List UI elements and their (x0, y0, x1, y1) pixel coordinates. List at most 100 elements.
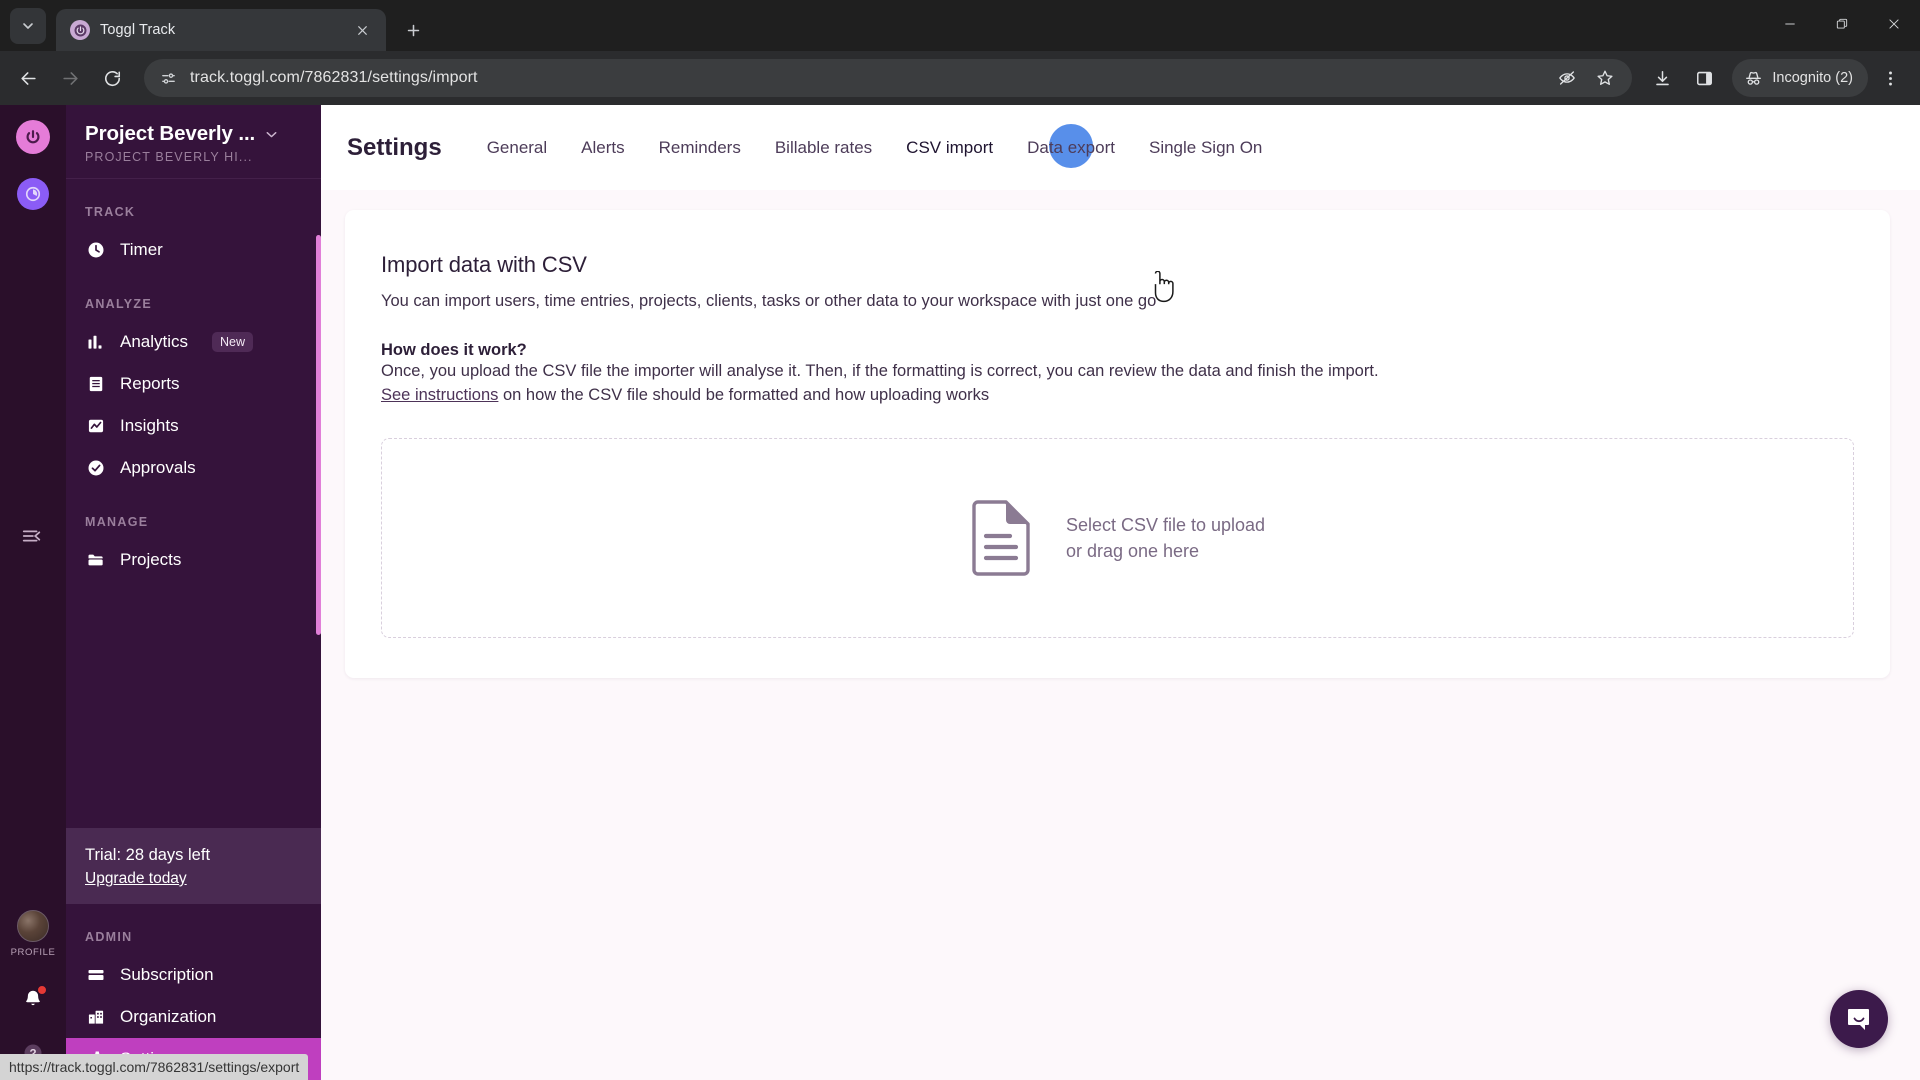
tab-list-button[interactable] (10, 7, 46, 44)
profile-button[interactable]: PROFILE (11, 910, 56, 958)
browser-tab[interactable]: Toggl Track (56, 9, 386, 51)
avatar (16, 910, 49, 942)
new-tab-button[interactable] (396, 13, 430, 47)
close-window-button[interactable] (1868, 0, 1920, 48)
how-it-works-heading: How does it work? (381, 340, 527, 359)
bar-chart-icon (85, 332, 106, 353)
url-text: track.toggl.com/7862831/settings/import (190, 69, 478, 86)
sidebar-item-label: Subscription (120, 965, 214, 984)
dropzone-line-2: or drag one here (1065, 540, 1200, 561)
section-label-track: TRACK (85, 205, 136, 219)
side-panel-button[interactable] (1684, 58, 1724, 98)
tab-reminders[interactable]: Reminders (642, 128, 758, 168)
sidebar-item-label: Projects (120, 550, 182, 569)
web-page: PROFILE ? Project Beverly ... (0, 105, 1920, 1080)
bookmark-button[interactable] (1588, 61, 1622, 95)
tab-title: Toggl Track (100, 22, 176, 38)
omnibox-actions (1550, 61, 1622, 95)
tab-alerts[interactable]: Alerts (564, 128, 641, 168)
workspace-row: Project Beverly ... (85, 122, 305, 146)
status-badge: New (212, 332, 254, 352)
tab-csv-import[interactable]: CSV import (889, 128, 1010, 168)
eye-slash-icon (1559, 71, 1576, 85)
tab-search-area (0, 0, 56, 51)
check-circle-icon (85, 458, 106, 479)
rail-bottom-group: PROFILE ? (0, 910, 66, 1066)
sidebar-item-label: Timer (120, 240, 163, 259)
icon-rail: PROFILE ? (0, 105, 66, 1080)
credit-card-icon (85, 965, 106, 986)
workspace-switcher[interactable]: Project Beverly ... PROJECT BEVERLY HI..… (66, 105, 321, 178)
plus-icon (407, 24, 419, 36)
app-switcher-button[interactable] (17, 178, 49, 210)
toggl-power-icon (26, 130, 40, 144)
card-text-block: Import data with CSV You can import user… (345, 252, 1890, 408)
address-bar[interactable]: track.toggl.com/7862831/settings/import (144, 59, 1633, 97)
tab-strip: Toggl Track (0, 0, 1920, 51)
star-icon (1597, 70, 1613, 85)
profile-label: PROFILE (10, 947, 56, 958)
tab-data-export[interactable]: Data export (1010, 123, 1132, 168)
sidebar-item-label: Approvals (120, 458, 196, 477)
window-controls (1764, 0, 1920, 48)
settings-header: Settings General Alerts Reminders Billab… (321, 105, 1920, 190)
collapse-sidebar-button[interactable] (16, 520, 48, 552)
sidebar-item-timer[interactable]: Timer (66, 229, 321, 271)
intercom-chat-button[interactable] (1830, 990, 1888, 1048)
main-content: Settings General Alerts Reminders Billab… (321, 105, 1920, 1080)
arrow-right-icon (62, 71, 78, 85)
tracking-protection-button[interactable] (1550, 61, 1584, 95)
insights-chart-icon (85, 416, 106, 437)
toggl-logo-button[interactable] (16, 120, 50, 154)
section-label-manage: MANAGE (85, 515, 149, 529)
forward-button[interactable] (50, 58, 90, 98)
card-intro-text: You can import users, time entries, proj… (381, 292, 1157, 310)
tab-single-sign-on[interactable]: Single Sign On (1132, 128, 1279, 168)
sidebar-item-insights[interactable]: Insights (66, 405, 321, 447)
csv-import-card: Import data with CSV You can import user… (345, 210, 1890, 678)
tab-billable-rates[interactable]: Billable rates (758, 128, 889, 168)
sidebar-item-approvals[interactable]: Approvals (66, 447, 321, 489)
reload-button[interactable] (92, 58, 132, 98)
card-heading: Import data with CSV (381, 252, 587, 277)
sidebar-item-subscription[interactable]: Subscription (66, 954, 321, 996)
notifications-button[interactable] (18, 984, 48, 1014)
see-instructions-link[interactable]: See instructions (381, 386, 498, 404)
clock-icon (85, 240, 106, 261)
tab-general[interactable]: General (470, 128, 564, 168)
back-button[interactable] (8, 58, 48, 98)
csv-dropzone[interactable]: Select CSV file to upload or drag one he… (381, 437, 1854, 638)
browser-menu-button[interactable] (1870, 58, 1910, 98)
csv-file-icon (972, 500, 1030, 576)
sidebar-item-label: Organization (120, 1007, 217, 1026)
sidebar-item-label: Reports (120, 374, 180, 393)
section-label-analyze: ANALYZE (85, 297, 152, 311)
page-settings-icon[interactable] (158, 68, 178, 88)
maximize-button[interactable] (1816, 0, 1868, 48)
close-icon (357, 25, 367, 35)
building-icon (85, 1007, 106, 1028)
sidebar-item-organization[interactable]: Organization (66, 996, 321, 1038)
app-sidebar: Project Beverly ... PROJECT BEVERLY HI..… (66, 105, 321, 1080)
sidebar-item-reports[interactable]: Reports (66, 363, 321, 405)
incognito-label: Incognito (2) (1772, 70, 1853, 86)
toggl-clock-icon (25, 186, 41, 202)
minimize-button[interactable] (1764, 0, 1816, 48)
downloads-button[interactable] (1642, 58, 1682, 98)
workspace-name: Project Beverly ... (85, 122, 256, 145)
how-it-works-body: Once, you upload the CSV file the import… (381, 361, 1379, 380)
instructions-rest-text: on how the CSV file should be formatted … (498, 385, 990, 404)
trial-status-text: Trial: 28 days left (85, 846, 211, 864)
incognito-indicator[interactable]: Incognito (2) (1732, 59, 1868, 97)
three-dot-menu-icon (1888, 71, 1892, 85)
close-icon (1889, 19, 1899, 29)
sidebar-scroll-area: TRACK Timer ANALYZE Analytics New Report… (66, 178, 321, 828)
section-label-admin: ADMIN (85, 930, 133, 944)
upgrade-link[interactable]: Upgrade today (85, 870, 187, 888)
notification-badge (37, 985, 47, 995)
sidebar-item-analytics[interactable]: Analytics New (66, 321, 321, 363)
close-tab-button[interactable] (350, 18, 374, 42)
report-list-icon (85, 374, 106, 395)
sidebar-item-projects[interactable]: Projects (66, 539, 321, 581)
link-status-bar: https://track.toggl.com/7862831/settings… (0, 1054, 309, 1080)
